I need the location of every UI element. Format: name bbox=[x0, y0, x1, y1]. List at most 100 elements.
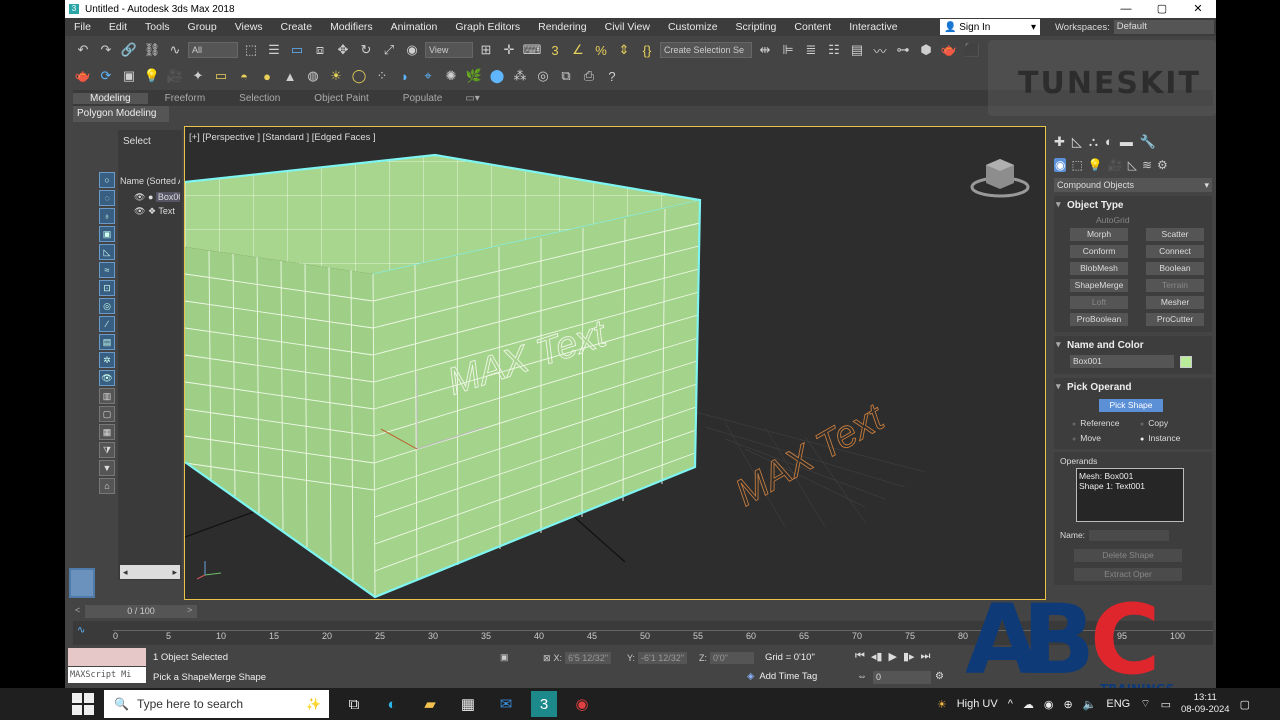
shapes-icon[interactable]: ⬚ bbox=[1071, 158, 1082, 172]
operand-name-field[interactable] bbox=[1089, 530, 1170, 541]
systems-icon[interactable]: ⚙ bbox=[1157, 158, 1168, 172]
file-explorer-icon[interactable]: ▰ bbox=[417, 691, 443, 717]
weather-icon[interactable]: ☀ bbox=[937, 698, 947, 711]
blobmesh-button[interactable]: BlobMesh bbox=[1070, 262, 1128, 275]
unlink-icon[interactable]: ⛓ bbox=[142, 40, 162, 60]
store-icon[interactable]: ▦ bbox=[455, 691, 481, 717]
task-view-icon[interactable]: ⧉ bbox=[341, 691, 367, 717]
display-lights-icon[interactable]: ♁ bbox=[99, 208, 115, 224]
active-shade-icon[interactable]: ⟳ bbox=[96, 66, 116, 86]
autogrid-checkbox[interactable]: AutoGrid bbox=[1054, 215, 1212, 225]
pivot-icon[interactable]: ⊞ bbox=[476, 40, 496, 60]
force-icon[interactable]: ⌖ bbox=[418, 66, 438, 86]
maxscript-listener-output[interactable] bbox=[68, 648, 146, 666]
menu-tools[interactable]: Tools bbox=[136, 21, 179, 33]
display-spacewarps-icon[interactable]: ≈ bbox=[99, 262, 115, 278]
play-icon[interactable]: ▶ bbox=[888, 650, 896, 663]
selection-filter-select[interactable]: All bbox=[188, 42, 238, 58]
maxscript-mini-listener[interactable]: MAXScript Mi bbox=[68, 667, 146, 683]
named-selection-select[interactable]: Create Selection Se bbox=[660, 42, 752, 58]
menu-customize[interactable]: Customize bbox=[659, 21, 727, 33]
scene-column-header[interactable]: Name (Sorted A bbox=[120, 176, 180, 186]
object-color-swatch[interactable] bbox=[1180, 355, 1192, 368]
proboolean-button[interactable]: ProBoolean bbox=[1070, 313, 1128, 326]
boolean-button[interactable]: Boolean bbox=[1146, 262, 1204, 275]
windows-start-icon[interactable] bbox=[72, 693, 94, 715]
pick-operand-header[interactable]: Pick Operand bbox=[1054, 378, 1212, 397]
spinner-snap-icon[interactable]: ⇕ bbox=[614, 40, 634, 60]
menu-file[interactable]: File bbox=[65, 21, 100, 33]
y-coordinate-field[interactable]: -6'1 12/32" bbox=[638, 652, 687, 664]
scatter-button[interactable]: Scatter bbox=[1146, 228, 1204, 241]
move-radio[interactable]: Move bbox=[1072, 433, 1136, 443]
percent-snap-icon[interactable]: % bbox=[591, 40, 611, 60]
fluid-icon[interactable]: ◗ bbox=[395, 66, 415, 86]
hemisphere-icon[interactable]: ◓ bbox=[234, 66, 254, 86]
notifications-icon[interactable]: ▢ bbox=[1240, 698, 1250, 711]
terrain-button[interactable]: Terrain bbox=[1146, 279, 1204, 292]
object-category-select[interactable]: Compound Objects ▾ bbox=[1054, 178, 1212, 192]
mesher-button[interactable]: Mesher bbox=[1146, 296, 1204, 309]
move-icon[interactable]: ✥ bbox=[333, 40, 353, 60]
copy-radio[interactable]: Copy bbox=[1140, 418, 1204, 428]
reference-coord-select[interactable]: View bbox=[425, 42, 473, 58]
z-coordinate-field[interactable]: 0'0" bbox=[710, 652, 754, 664]
render-icon[interactable]: ⬛ bbox=[962, 40, 982, 60]
display-groups-icon[interactable]: ⊡ bbox=[99, 280, 115, 296]
menu-content[interactable]: Content bbox=[785, 21, 840, 33]
keyboard-shortcut-icon[interactable]: ⌨ bbox=[522, 40, 542, 60]
menu-modifiers[interactable]: Modifiers bbox=[321, 21, 382, 33]
tray-chevron-icon[interactable]: ^ bbox=[1008, 698, 1013, 710]
spacewarps-icon[interactable]: ≋ bbox=[1142, 158, 1152, 172]
time-slider[interactable]: 0 / 100 bbox=[85, 605, 197, 618]
render-setup-icon[interactable]: 🫖 bbox=[939, 40, 959, 60]
menu-animation[interactable]: Animation bbox=[382, 21, 447, 33]
light-bulb-icon[interactable]: 💡 bbox=[142, 66, 162, 86]
align-icon[interactable]: ⊫ bbox=[778, 40, 798, 60]
3dsmax-taskbar-icon[interactable]: 3 bbox=[531, 691, 557, 717]
scroll-left-icon[interactable]: ◂ bbox=[123, 567, 128, 578]
polygon-modeling-panel[interactable]: Polygon Modeling bbox=[73, 106, 169, 122]
place-icon[interactable]: ◉ bbox=[402, 40, 422, 60]
color-dots-icon[interactable]: ⁂ bbox=[510, 66, 530, 86]
extract-operand-button[interactable]: Extract Oper bbox=[1074, 568, 1182, 581]
display-shapes-icon[interactable]: ◌ bbox=[99, 190, 115, 206]
add-time-tag[interactable]: ◈ Add Time Tag bbox=[747, 671, 817, 682]
tab-populate[interactable]: Populate bbox=[386, 93, 459, 104]
x-coordinate-field[interactable]: 6'5 12/32" bbox=[565, 652, 612, 664]
toggle-scene-explorer-icon[interactable]: ≣ bbox=[801, 40, 821, 60]
schematic-view-icon[interactable]: ⊶ bbox=[893, 40, 913, 60]
viewport-layout-tab[interactable] bbox=[69, 568, 95, 598]
battery-icon[interactable]: ▭ bbox=[1161, 698, 1171, 711]
list-item[interactable]: Mesh: Box001 bbox=[1079, 471, 1181, 481]
time-config-icon[interactable]: ⚙ bbox=[935, 671, 944, 682]
display-containers-icon[interactable]: ▤ bbox=[99, 334, 115, 350]
weather-label[interactable]: High UV bbox=[957, 698, 998, 710]
morph-button[interactable]: Morph bbox=[1070, 228, 1128, 241]
menu-group[interactable]: Group bbox=[179, 21, 226, 33]
display-tab-icon[interactable]: ▬ bbox=[1120, 134, 1133, 150]
menu-graph-editors[interactable]: Graph Editors bbox=[446, 21, 529, 33]
ball-icon[interactable]: ⬤ bbox=[487, 66, 507, 86]
instance-radio[interactable]: Instance bbox=[1140, 433, 1204, 443]
display-geometry-icon[interactable]: ○ bbox=[99, 172, 115, 188]
menu-civil-view[interactable]: Civil View bbox=[596, 21, 659, 33]
cameras-icon[interactable]: 🎥 bbox=[1108, 158, 1123, 172]
go-to-end-icon[interactable]: ⏭ bbox=[921, 650, 931, 663]
filter-key-icon[interactable]: ∿ bbox=[77, 625, 85, 636]
display-cameras-icon[interactable]: ▣ bbox=[99, 226, 115, 242]
wifi-icon[interactable]: ⌔ bbox=[1140, 697, 1150, 711]
taskbar-search[interactable]: 🔍 Type here to search ✨ bbox=[104, 690, 329, 718]
asset-tracking-icon[interactable]: ⎙ bbox=[579, 66, 599, 86]
loft-button[interactable]: Loft bbox=[1070, 296, 1128, 309]
menu-edit[interactable]: Edit bbox=[100, 21, 136, 33]
perspective-viewport[interactable]: MAX Text MAX Text [+] [Perspective ] [St… bbox=[184, 126, 1046, 600]
next-frame-icon[interactable]: ▮▸ bbox=[903, 650, 915, 663]
tab-selection[interactable]: Selection bbox=[222, 93, 297, 104]
recorder-icon[interactable]: ◉ bbox=[569, 691, 595, 717]
display-bones-icon[interactable]: ∕ bbox=[99, 316, 115, 332]
sphere-icon[interactable]: ● bbox=[257, 66, 277, 86]
reference-radio[interactable]: Reference bbox=[1072, 418, 1136, 428]
teapot-icon[interactable]: 🫖 bbox=[73, 66, 93, 86]
eye-icon[interactable]: 👁 bbox=[134, 206, 145, 216]
